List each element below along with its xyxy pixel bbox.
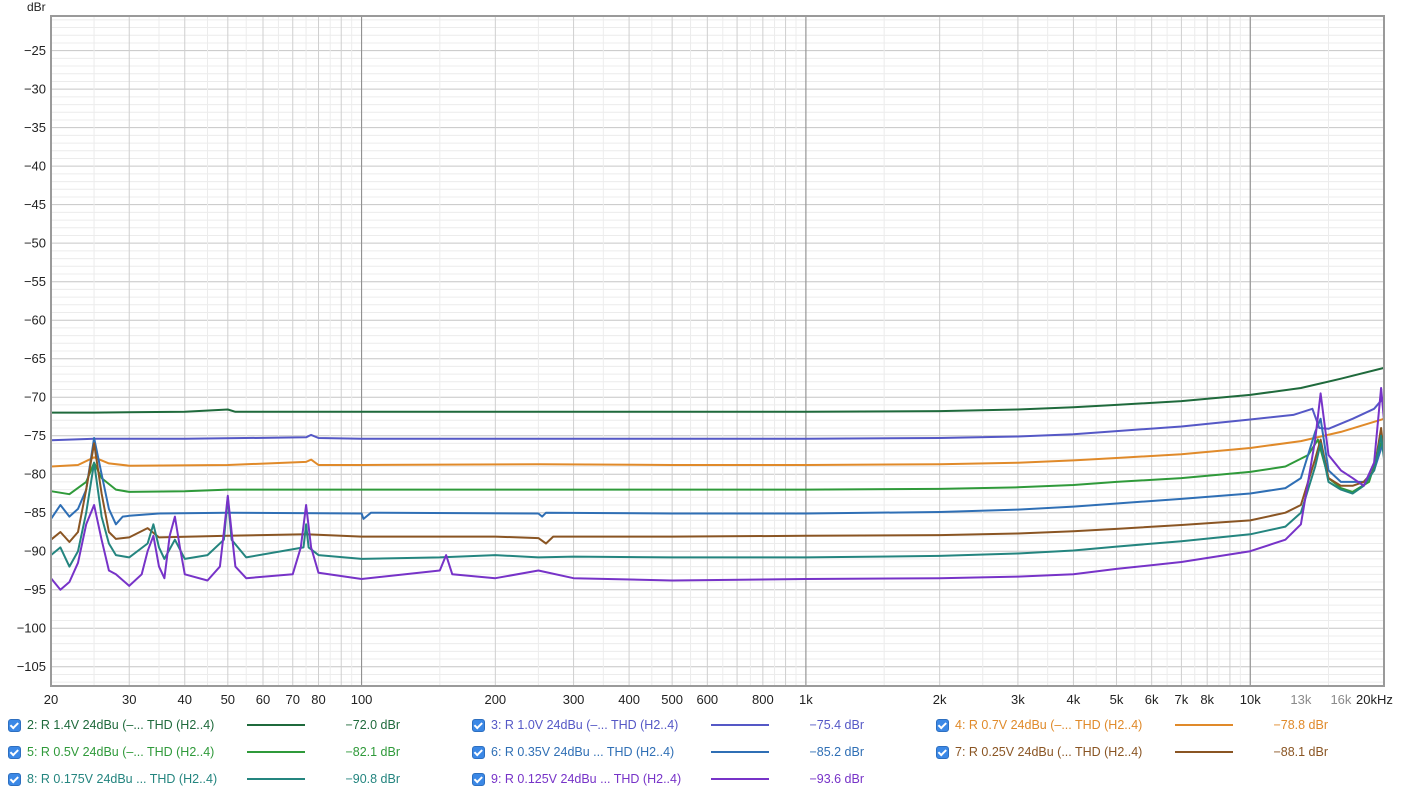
legend-label: 9: R 0.125V 24dBu ... THD (H2..4)	[491, 772, 682, 786]
x-tick-label: 100	[351, 692, 373, 707]
legend-label: 6: R 0.35V 24dBu ... THD (H2..4)	[491, 745, 675, 759]
x-tick-label: 600	[696, 692, 718, 707]
series-line-6	[50, 417, 1385, 526]
legend-swatch-line	[247, 724, 305, 726]
y-tick-label: −65	[24, 351, 46, 366]
y-axis-unit-label: dBr	[27, 0, 46, 14]
x-tick-label: 400	[618, 692, 640, 707]
x-tick-label: 80	[311, 692, 325, 707]
legend-value: −88.1 dBr	[1273, 745, 1328, 759]
y-tick-label: −60	[24, 313, 46, 328]
legend-item[interactable]: 7: R 0.25V 24dBu (... THD (H2..4) −88.1 d…	[936, 742, 1328, 762]
legend-value: −93.6 dBr	[809, 772, 864, 786]
x-tick-label: 800	[752, 692, 774, 707]
legend-label: 3: R 1.0V 24dBu (–... THD (H2..4)	[491, 718, 679, 732]
x-tick-label: 40	[178, 692, 192, 707]
x-tick-label: 20kHz	[1356, 692, 1393, 707]
y-tick-label: −80	[24, 467, 46, 482]
legend: 2: R 1.4V 24dBu (–... THD (H2..4) −72.0 d…	[0, 712, 1410, 792]
series-lines	[50, 366, 1385, 591]
x-tick-label: 8k	[1200, 692, 1214, 707]
y-tick-label: −45	[24, 197, 46, 212]
y-tick-label: −40	[24, 159, 46, 174]
legend-checkbox[interactable]	[472, 745, 485, 759]
legend-checkbox[interactable]	[8, 718, 21, 732]
legend-label: 2: R 1.4V 24dBu (–... THD (H2..4)	[27, 718, 215, 732]
x-tick-label: 13k	[1290, 692, 1311, 707]
x-tick-label: 7k	[1175, 692, 1189, 707]
x-tick-label: 50	[221, 692, 235, 707]
legend-label: 8: R 0.175V 24dBu ... THD (H2..4)	[27, 772, 218, 786]
legend-checkbox[interactable]	[936, 718, 949, 732]
legend-item[interactable]: 8: R 0.175V 24dBu ... THD (H2..4) −90.8 d…	[8, 769, 400, 789]
x-tick-label: 30	[122, 692, 136, 707]
legend-checkbox[interactable]	[936, 745, 949, 759]
x-tick-label: 16k	[1330, 692, 1351, 707]
y-tick-label: −85	[24, 505, 46, 520]
legend-checkbox[interactable]	[472, 772, 485, 786]
legend-value: −82.1 dBr	[345, 745, 400, 759]
y-tick-label: −105	[17, 659, 46, 674]
x-tick-label: 500	[661, 692, 683, 707]
legend-swatch-line	[711, 751, 769, 753]
thd-frequency-chart: dBr −25 −30 −35 −40 −45 −50 −55 −60 −65 −70 −75 −80…	[17, 0, 1393, 707]
y-tick-label: −35	[24, 120, 46, 135]
legend-label: 4: R 0.7V 24dBu (–... THD (H2..4)	[955, 718, 1143, 732]
series-line-3	[50, 396, 1385, 442]
series-line-7	[50, 427, 1385, 545]
x-tick-label: 60	[256, 692, 270, 707]
legend-swatch-line	[247, 751, 305, 753]
y-tick-label: −25	[24, 43, 46, 58]
legend-swatch-line	[247, 778, 305, 780]
x-tick-label: 300	[563, 692, 585, 707]
legend-value: −75.4 dBr	[809, 718, 864, 732]
x-tick-label: 70	[286, 692, 300, 707]
y-tick-labels: −25 −30 −35 −40 −45 −50 −55 −60 −65 −70 −75 −80 −85 −…	[17, 43, 46, 674]
x-tick-label: 2k	[933, 692, 947, 707]
legend-checkbox[interactable]	[472, 718, 485, 732]
x-tick-labels: 20 30 40 50 60 70 80 100 200 300 400 500 600 800 1k 2k 3…	[44, 692, 1393, 707]
y-tick-label: −55	[24, 274, 46, 289]
x-tick-label: 1k	[799, 692, 813, 707]
legend-value: −78.8 dBr	[1273, 718, 1328, 732]
y-tick-label: −70	[24, 390, 46, 405]
legend-value: −90.8 dBr	[345, 772, 400, 786]
legend-value: −85.2 dBr	[809, 745, 864, 759]
legend-swatch-line	[1175, 724, 1233, 726]
y-tick-label: −90	[24, 544, 46, 559]
x-tick-label: 20	[44, 692, 58, 707]
legend-checkbox[interactable]	[8, 745, 21, 759]
y-tick-label: −30	[24, 82, 46, 97]
legend-item[interactable]: 5: R 0.5V 24dBu (–... THD (H2..4) −82.1 d…	[8, 742, 400, 762]
series-line-2	[51, 366, 1385, 414]
legend-label: 5: R 0.5V 24dBu (–... THD (H2..4)	[27, 745, 215, 759]
legend-item[interactable]: 6: R 0.35V 24dBu ... THD (H2..4) −85.2 dB…	[472, 742, 864, 762]
legend-swatch-line	[1175, 751, 1233, 753]
y-tick-label: −50	[24, 236, 46, 251]
grid-horizontal	[51, 19, 1384, 683]
x-tick-label: 6k	[1145, 692, 1159, 707]
y-tick-label: −75	[24, 428, 46, 443]
x-tick-label: 4k	[1067, 692, 1081, 707]
legend-value: −72.0 dBr	[345, 718, 400, 732]
legend-item[interactable]: 2: R 1.4V 24dBu (–... THD (H2..4) −72.0 d…	[8, 715, 400, 735]
legend-swatch-line	[711, 778, 769, 780]
legend-item[interactable]: 9: R 0.125V 24dBu ... THD (H2..4) −93.6 d…	[472, 769, 864, 789]
x-tick-label: 5k	[1110, 692, 1124, 707]
x-tick-label: 3k	[1011, 692, 1025, 707]
x-tick-label: 10k	[1240, 692, 1261, 707]
legend-item[interactable]: 4: R 0.7V 24dBu (–... THD (H2..4) −78.8 d…	[936, 715, 1328, 735]
x-tick-label: 200	[484, 692, 506, 707]
series-line-8	[50, 434, 1385, 568]
legend-swatch-line	[711, 724, 769, 726]
legend-checkbox[interactable]	[8, 772, 21, 786]
y-tick-label: −95	[24, 582, 46, 597]
legend-label: 7: R 0.25V 24dBu (... THD (H2..4)	[955, 745, 1143, 759]
y-tick-label: −100	[17, 621, 46, 636]
legend-item[interactable]: 3: R 1.0V 24dBu (–... THD (H2..4) −75.4 d…	[472, 715, 864, 735]
